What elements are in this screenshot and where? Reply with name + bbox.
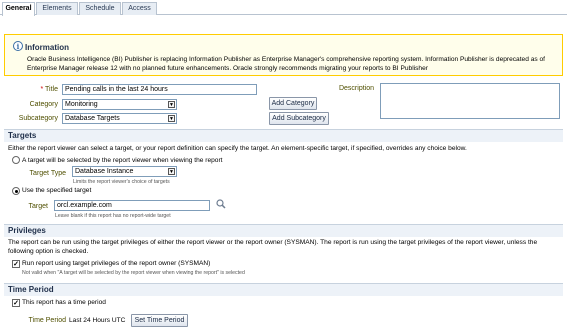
target-hint: Leave blank if this report has no report… [55, 213, 171, 219]
run-as-owner-label: Run report using target privileges of th… [22, 260, 211, 267]
description-label: Description [338, 85, 374, 92]
targets-section-header: Targets [4, 129, 563, 142]
target-type-select[interactable]: Database Instance ▼ [72, 166, 177, 177]
information-title: Information [25, 43, 69, 52]
information-box: i Information Oracle Business Intelligen… [4, 34, 563, 76]
run-as-owner-checkbox[interactable]: ✓ [12, 260, 20, 268]
subcategory-select[interactable]: Database Targets ▼ [62, 113, 177, 124]
category-select[interactable]: Monitoring ▼ [62, 99, 177, 110]
tab-bar: General Elements Schedule Access [0, 0, 567, 16]
search-icon[interactable] [216, 199, 226, 209]
radio-use-specified-target-label: Use the specified target [22, 187, 92, 194]
title-label: * Title [40, 86, 58, 93]
radio-target-by-viewer-label: A target will be selected by the report … [22, 157, 223, 164]
radio-target-by-viewer[interactable] [12, 156, 20, 164]
time-period-label: Time Period [28, 317, 66, 324]
time-period-checkbox[interactable]: ✓ [12, 299, 20, 307]
targets-intro: Either the report viewer can select a ta… [8, 145, 467, 152]
info-icon: i [13, 41, 23, 51]
category-label: Category [29, 101, 58, 108]
tab-access[interactable]: Access [122, 2, 157, 15]
chevron-down-icon: ▼ [168, 115, 175, 122]
description-textarea[interactable] [380, 83, 560, 119]
information-text: Oracle Business Intelligence (BI) Publis… [27, 56, 546, 72]
subcategory-label: Subcategory [18, 115, 58, 122]
target-type-hint: Limits the report viewer's choice of tar… [73, 179, 170, 185]
target-label: Target [28, 203, 48, 210]
time-period-value: Last 24 Hours UTC [69, 317, 126, 324]
add-subcategory-button[interactable]: Add Subcategory [269, 112, 329, 125]
target-input[interactable]: orcl.example.com [54, 200, 210, 211]
tab-schedule[interactable]: Schedule [79, 2, 121, 15]
chevron-down-icon: ▼ [168, 168, 175, 175]
set-time-period-button[interactable]: Set Time Period [131, 314, 188, 327]
time-period-section-header: Time Period [4, 283, 563, 296]
privileges-intro: The report can be run using the target p… [8, 239, 538, 255]
target-type-label: Target Type [29, 170, 66, 177]
add-category-button[interactable]: Add Category [269, 97, 317, 110]
time-period-checkbox-label: This report has a time period [22, 299, 106, 306]
tab-elements[interactable]: Elements [36, 2, 78, 15]
title-input[interactable]: Pending calls in the last 24 hours [62, 84, 257, 95]
radio-use-specified-target[interactable] [12, 187, 20, 195]
privileges-section-header: Privileges [4, 224, 563, 237]
chevron-down-icon: ▼ [168, 101, 175, 108]
tab-general[interactable]: General [2, 2, 35, 16]
run-as-owner-hint: Not valid when "A target will be selecte… [22, 270, 245, 276]
